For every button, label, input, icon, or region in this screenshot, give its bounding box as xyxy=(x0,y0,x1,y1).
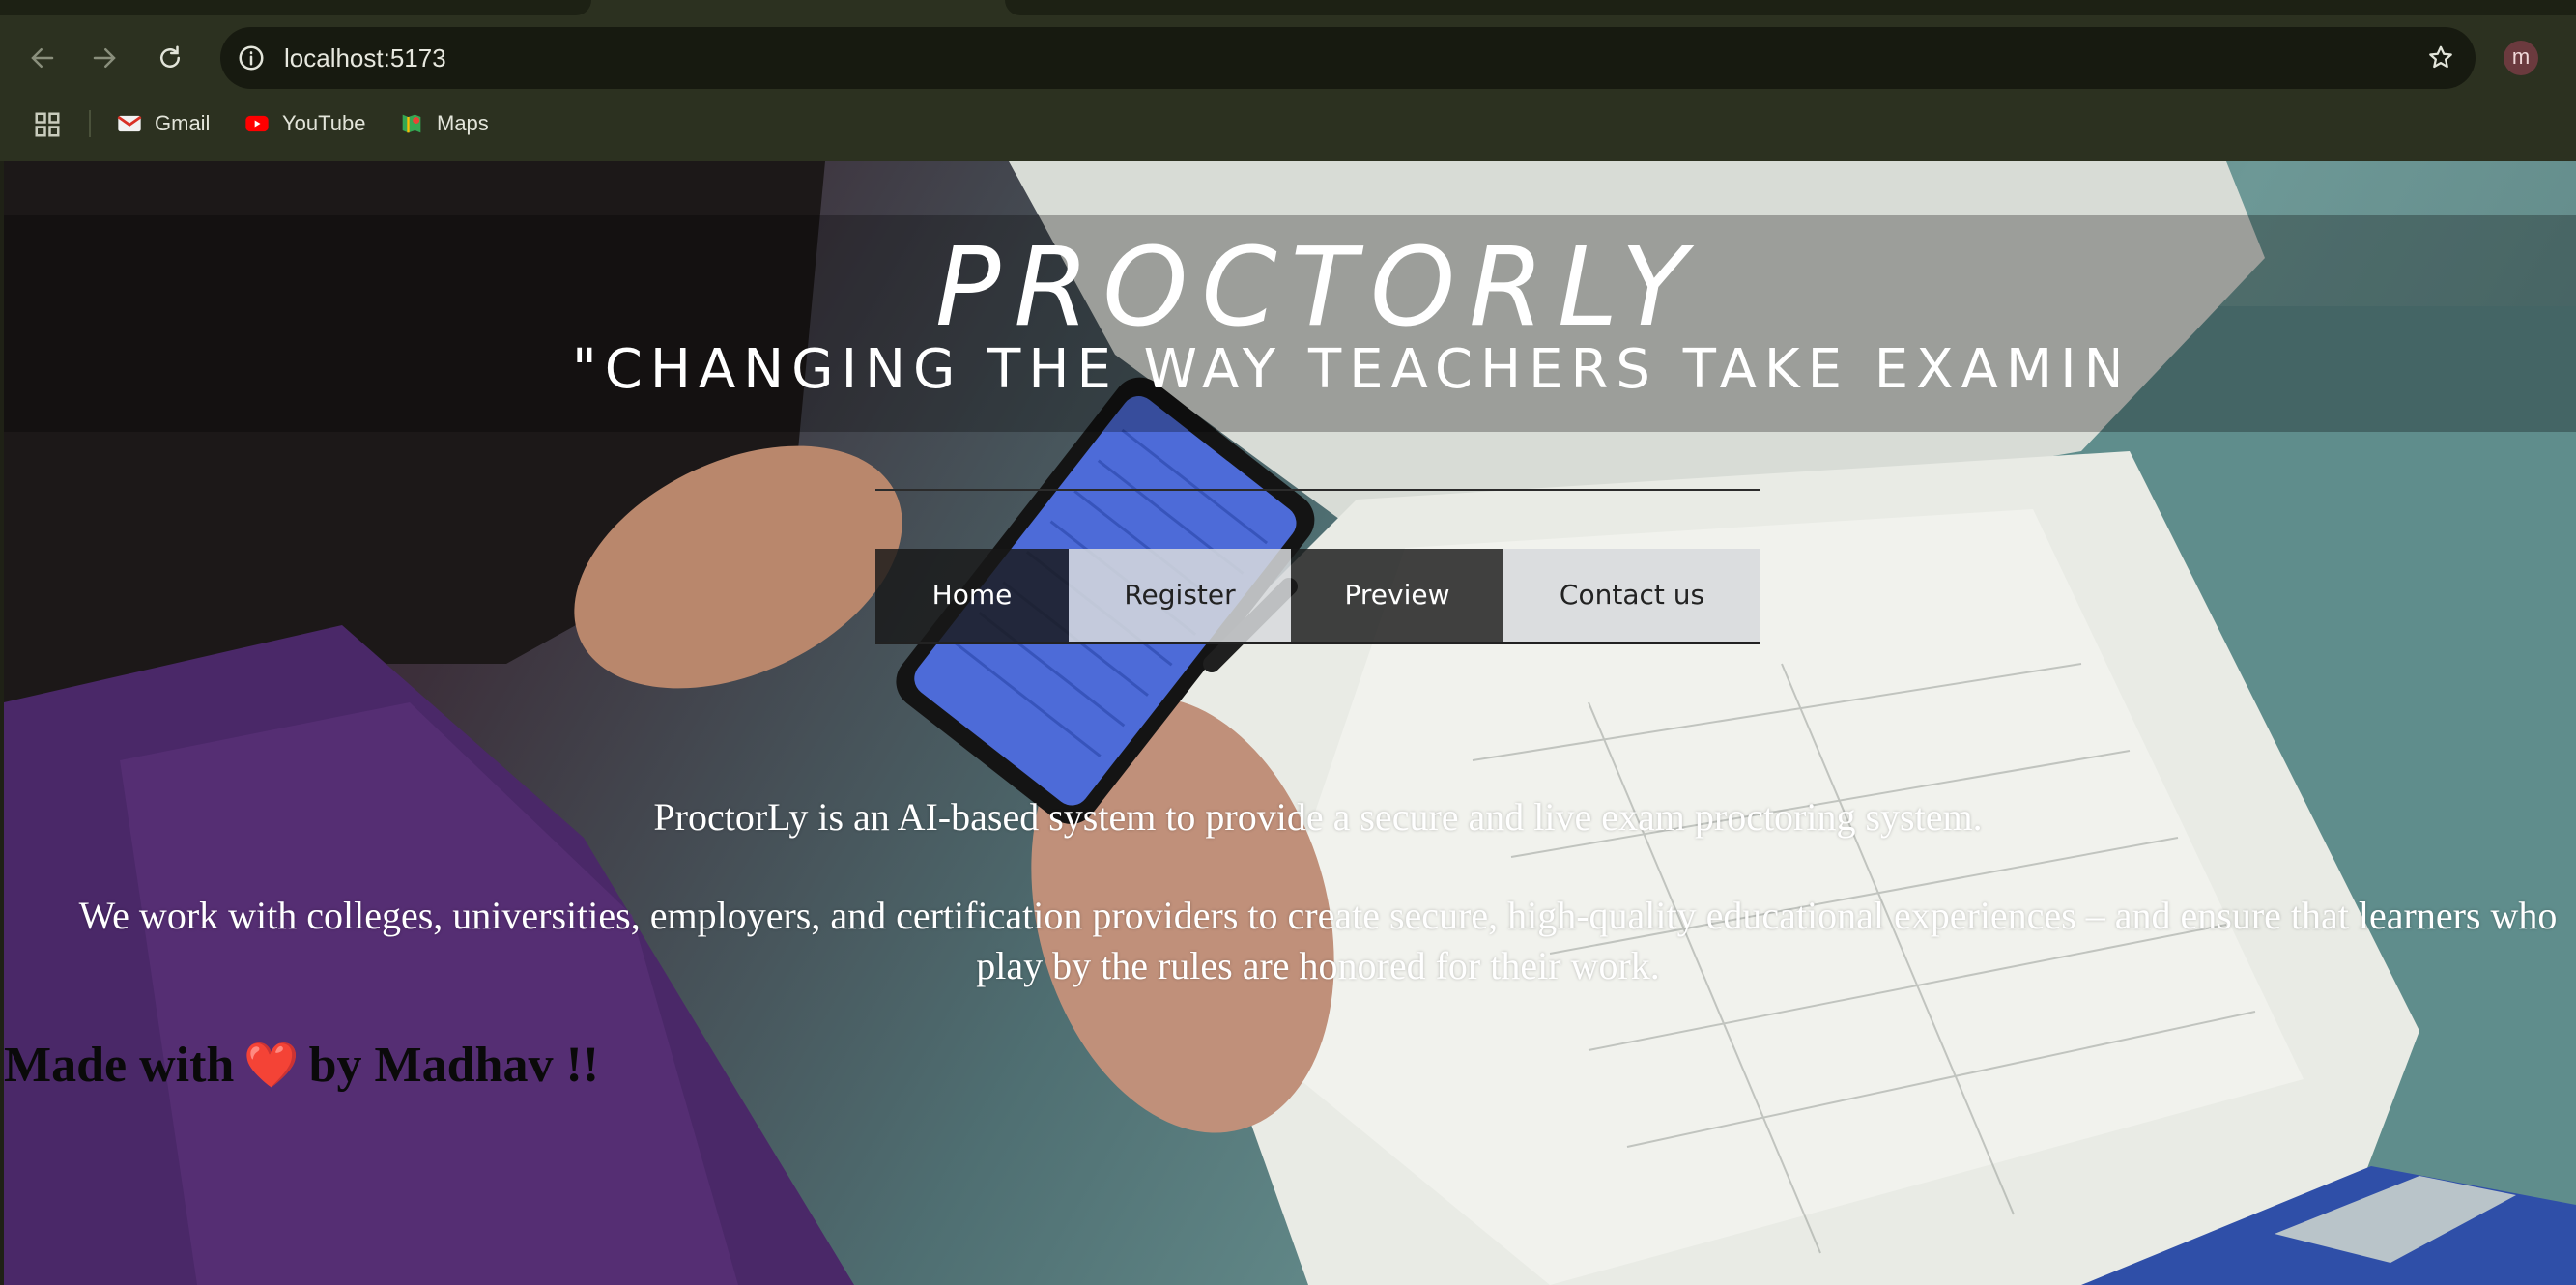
footer-credit: Made with ❤️ by Madhav !! xyxy=(4,1031,599,1099)
arrow-left-icon xyxy=(31,48,54,68)
forward-button[interactable] xyxy=(83,37,126,79)
reload-button[interactable] xyxy=(149,37,191,79)
apps-grid-icon[interactable] xyxy=(33,110,62,139)
address-bar[interactable]: localhost:5173 xyxy=(220,27,2476,89)
reload-icon xyxy=(160,45,180,68)
url-text[interactable]: localhost:5173 xyxy=(284,27,446,89)
bookmark-label: Maps xyxy=(437,111,489,135)
arrow-right-icon xyxy=(93,48,116,68)
mission-text: We work with colleges, universities, emp… xyxy=(78,894,2558,987)
tab-strip-left xyxy=(0,0,591,15)
bookmark-label: Gmail xyxy=(155,111,211,135)
browser-chrome: localhost:5173 m Gmail YouTube Maps xyxy=(0,0,2576,161)
bookmarks-bar: Gmail YouTube Maps xyxy=(0,104,2576,143)
maps-icon xyxy=(402,114,421,133)
site-info-icon[interactable] xyxy=(230,37,272,79)
nav-preview[interactable]: Preview xyxy=(1291,549,1503,642)
header-divider xyxy=(875,489,1760,491)
tab-strip-right xyxy=(1005,0,2576,15)
nav-register[interactable]: Register xyxy=(1069,549,1291,642)
bookmarks-divider xyxy=(89,110,91,137)
footer-prefix: Made with xyxy=(4,1037,235,1093)
heart-icon: ❤️ xyxy=(243,1038,300,1091)
nav-home[interactable]: Home xyxy=(875,549,1069,642)
footer-suffix: by Madhav !! xyxy=(308,1037,600,1093)
gmail-icon xyxy=(117,115,142,132)
intro-text: ProctorLy is an AI-based system to provi… xyxy=(653,795,1983,839)
main-nav: Home Register Preview Contact us xyxy=(875,549,1760,644)
bookmark-label: YouTube xyxy=(282,111,366,135)
bookmark-star-icon[interactable] xyxy=(2419,37,2462,79)
bookmark-gmail[interactable]: Gmail xyxy=(116,104,210,143)
page-viewport: PROCTORLY "CHANGING THE WAY TEACHERS TAK… xyxy=(4,161,2576,1285)
youtube-icon xyxy=(245,115,269,132)
profile-avatar[interactable]: m xyxy=(2504,41,2538,75)
nav-contact-us[interactable]: Contact us xyxy=(1503,549,1760,642)
tagline: "CHANGING THE WAY TEACHERS TAKE EXAMINAT… xyxy=(572,338,2118,401)
back-button[interactable] xyxy=(21,37,64,79)
bookmark-youtube[interactable]: YouTube xyxy=(243,104,365,143)
bookmark-maps[interactable]: Maps xyxy=(398,104,489,143)
